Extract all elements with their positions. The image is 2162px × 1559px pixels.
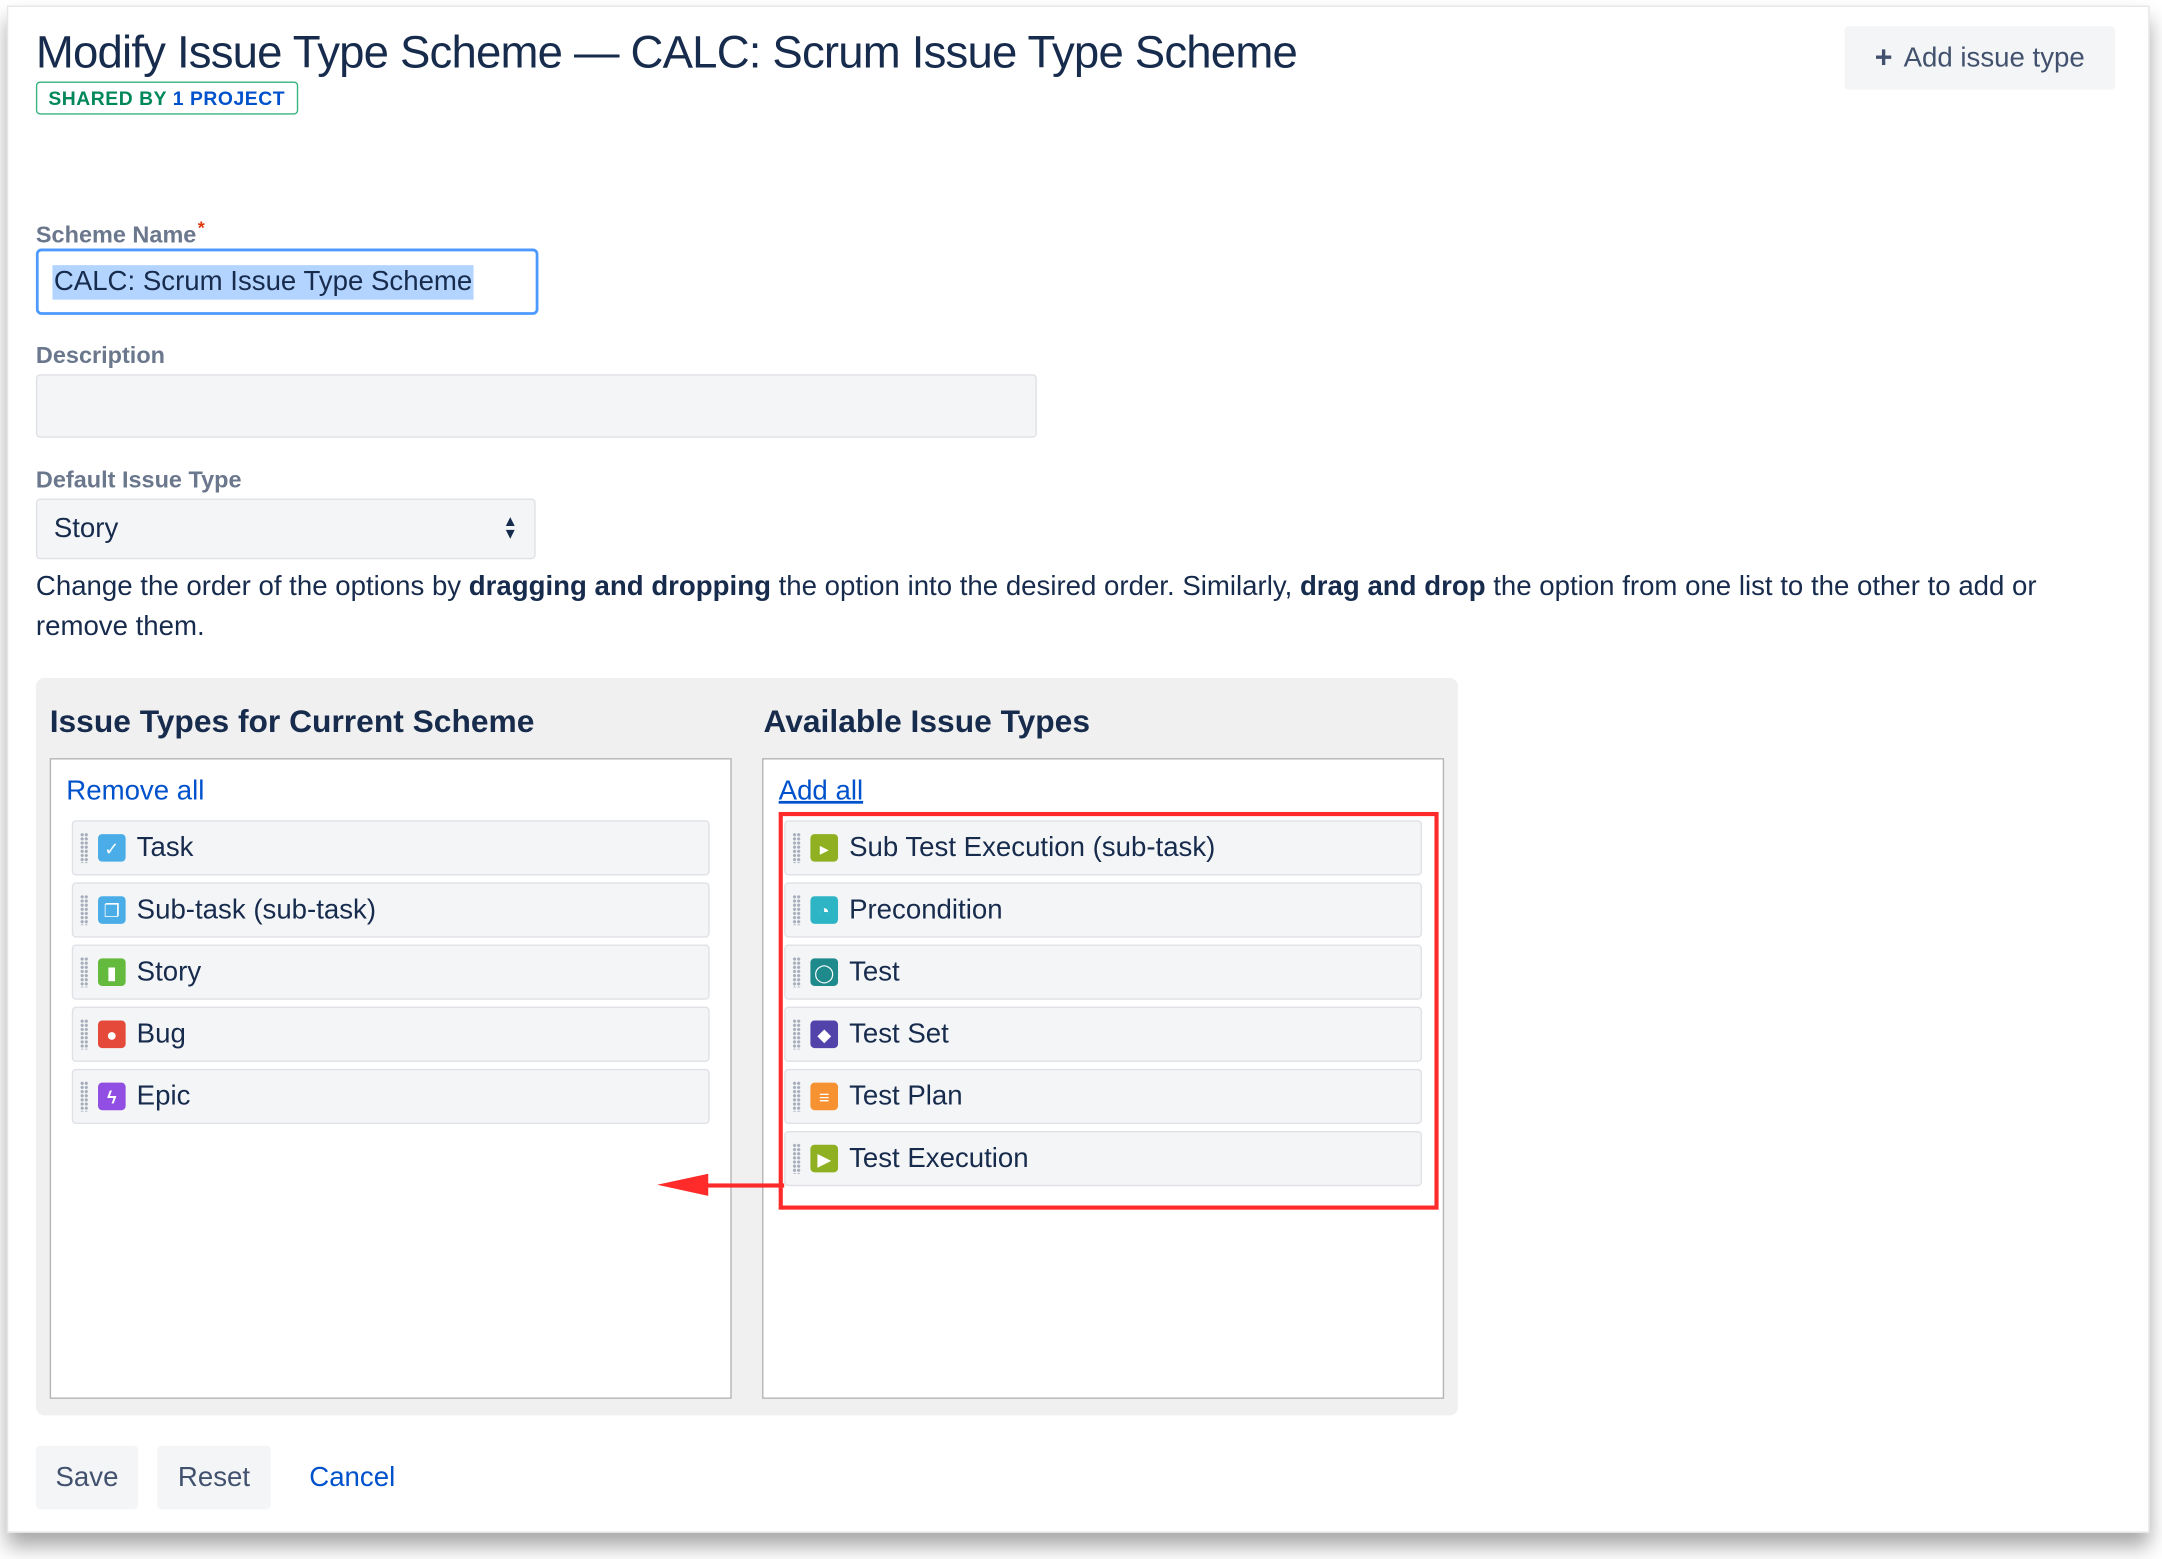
- default-issue-type-value: Story: [53, 513, 119, 544]
- instructions-part1: Change the order of the options by: [35, 571, 469, 603]
- list-item[interactable]: ϟ Epic: [71, 1068, 710, 1125]
- scheme-name-value: CALC: Scrum Issue Type Scheme: [52, 264, 474, 299]
- add-issue-type-button[interactable]: + Add issue type: [1844, 26, 2116, 90]
- reset-button[interactable]: Reset: [157, 1445, 271, 1510]
- list-item-label: Epic: [136, 1080, 191, 1111]
- plus-icon: +: [1874, 40, 1893, 75]
- drag-handle-icon[interactable]: [80, 1019, 89, 1050]
- list-item[interactable]: ✓ Task: [71, 820, 710, 876]
- drag-handle-icon[interactable]: [80, 832, 89, 864]
- shared-by-badge[interactable]: SHARED BY 1 PROJECT: [35, 81, 298, 115]
- subtask-icon: ❐: [98, 896, 126, 924]
- story-icon: ▮: [98, 958, 126, 986]
- scheme-name-label: Scheme Name*: [36, 217, 205, 250]
- list-item-label: Sub-task (sub-task): [136, 894, 377, 925]
- list-item-label: Task: [136, 831, 194, 863]
- drag-handle-icon[interactable]: [80, 956, 89, 988]
- current-scheme-heading: Issue Types for Current Scheme: [49, 702, 535, 739]
- current-scheme-list[interactable]: Remove all ✓ Task ❐ Sub-task (sub-task) ▮ Sto…: [49, 758, 732, 1399]
- add-issue-type-label: Add issue type: [1903, 42, 2085, 73]
- list-item[interactable]: ● Bug: [71, 1006, 710, 1062]
- epic-icon: ϟ: [98, 1082, 126, 1111]
- select-arrows-icon: ▲ ▼: [502, 513, 518, 543]
- available-types-heading: Available Issue Types: [763, 702, 1091, 739]
- modify-issue-type-scheme-window: Modify Issue Type Scheme — CALC: Scrum I…: [6, 5, 2150, 1533]
- description-field[interactable]: [35, 374, 1037, 438]
- task-icon: ✓: [98, 834, 126, 862]
- list-item[interactable]: ▮ Story: [71, 944, 710, 1000]
- remove-all-link[interactable]: Remove all: [66, 776, 204, 808]
- shared-suffix: PROJECT: [189, 86, 286, 110]
- shared-count: 1: [172, 86, 185, 110]
- drag-handle-icon[interactable]: [80, 894, 89, 926]
- list-item[interactable]: ❐ Sub-task (sub-task): [71, 882, 710, 938]
- scheme-name-label-text: Scheme Name: [35, 221, 197, 249]
- page-title: Modify Issue Type Scheme — CALC: Scrum I…: [35, 26, 1298, 78]
- instructions-bold1: dragging and dropping: [468, 571, 771, 603]
- instructions-bold2: drag and drop: [1299, 571, 1486, 603]
- add-all-link[interactable]: Add all: [779, 776, 863, 808]
- scheme-name-input[interactable]: CALC: Scrum Issue Type Scheme: [35, 248, 539, 315]
- required-mark: *: [197, 216, 205, 238]
- save-button[interactable]: Save: [35, 1445, 139, 1510]
- highlight-annotation: [778, 811, 1439, 1210]
- list-item-label: Story: [136, 956, 202, 987]
- default-issue-type-label: Default Issue Type: [35, 466, 242, 493]
- bug-icon: ●: [98, 1020, 126, 1049]
- drag-handle-icon[interactable]: [80, 1081, 89, 1112]
- default-issue-type-select[interactable]: Story ▲ ▼: [35, 498, 536, 560]
- arrow-annotation-line: [705, 1183, 785, 1188]
- list-item-label: Bug: [136, 1018, 186, 1049]
- shared-prefix: SHARED BY: [48, 86, 167, 110]
- cancel-button[interactable]: Cancel: [309, 1446, 395, 1510]
- instructions-text: Change the order of the options by dragg…: [36, 568, 2135, 648]
- description-label: Description: [35, 342, 166, 369]
- arrow-annotation-head: [657, 1173, 709, 1196]
- instructions-part2: the option into the desired order. Simil…: [770, 571, 1300, 603]
